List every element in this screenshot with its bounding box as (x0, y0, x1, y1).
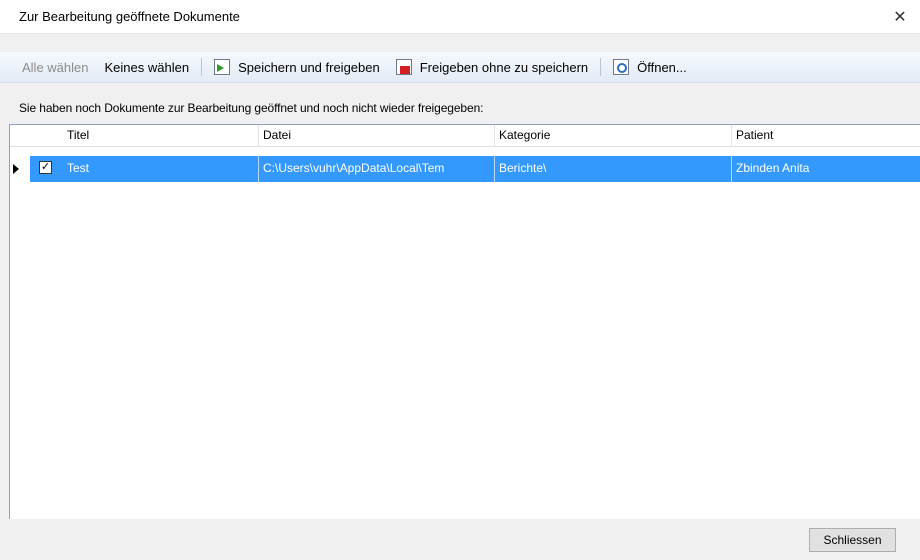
column-divider[interactable] (731, 125, 732, 146)
toolbar-separator (600, 58, 602, 76)
cell-divider (258, 156, 259, 182)
column-header-file[interactable]: Datei (263, 128, 291, 146)
release-icon (395, 59, 412, 75)
window-title: Zur Bearbeitung geöffnete Dokumente (19, 9, 240, 24)
cell-divider (494, 156, 495, 182)
save-release-icon (214, 59, 231, 75)
footer: Schliessen (0, 519, 920, 560)
toolbar-separator (201, 58, 203, 76)
column-divider[interactable] (494, 125, 495, 146)
release-without-save-button[interactable]: Freigeben ohne zu speichern (388, 56, 596, 78)
select-none-button[interactable]: Keines wählen (97, 56, 198, 78)
save-and-release-button[interactable]: Speichern und freigeben (206, 56, 388, 78)
title-bar: Zur Bearbeitung geöffnete Dokumente ✕ (0, 0, 920, 34)
cell-title: Test (67, 161, 90, 175)
current-row-arrow-icon (13, 164, 19, 174)
row-checkbox[interactable]: ✓ (39, 161, 52, 174)
save-and-release-label: Speichern und freigeben (238, 59, 380, 75)
table-row[interactable]: ✓ Test C:\Users\vuhr\AppData\Local\Tem B… (10, 156, 920, 182)
close-icon[interactable]: ✕ (880, 0, 920, 33)
select-all-button[interactable]: Alle wählen (0, 56, 97, 78)
cell-file: C:\Users\vuhr\AppData\Local\Tem (263, 161, 445, 175)
toolbar: Alle wählen Keines wählen Speichern und … (0, 52, 920, 83)
grid-header: Titel Datei Kategorie Patient (10, 125, 920, 147)
column-header-category[interactable]: Kategorie (499, 128, 550, 146)
info-message: Sie haben noch Dokumente zur Bearbeitung… (19, 101, 484, 115)
select-all-label: Alle wählen (22, 59, 89, 75)
cell-patient: Zbinden Anita (736, 161, 810, 175)
documents-grid[interactable]: Titel Datei Kategorie Patient ✓ Test C:\… (9, 124, 920, 520)
select-none-label: Keines wählen (104, 59, 190, 75)
release-without-save-label: Freigeben ohne zu speichern (419, 59, 589, 75)
close-dialog-button[interactable]: Schliessen (809, 528, 896, 552)
column-header-patient[interactable]: Patient (736, 128, 773, 146)
cell-divider (731, 156, 732, 182)
open-button[interactable]: Öffnen... (605, 56, 695, 78)
cell-category: Berichte\ (499, 161, 547, 175)
open-icon (613, 59, 630, 75)
column-header-title[interactable]: Titel (67, 128, 89, 146)
open-label: Öffnen... (637, 59, 687, 75)
column-divider[interactable] (258, 125, 259, 146)
